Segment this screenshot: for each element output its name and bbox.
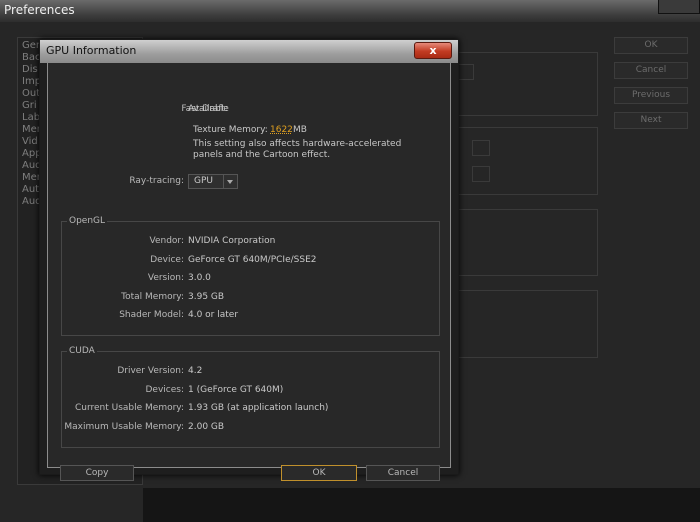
preferences-field[interactable]: [458, 64, 474, 80]
preferences-panel-box: [456, 290, 598, 358]
current-usable-memory-label: Current Usable Memory:: [74, 403, 184, 413]
preferences-cancel-button[interactable]: Cancel: [614, 62, 688, 79]
preferences-panel-box: [456, 127, 598, 195]
preferences-next-button[interactable]: Next: [614, 112, 688, 129]
dialog-titlebar[interactable]: GPU Information: [40, 40, 458, 63]
list-item[interactable]: Lab: [22, 112, 40, 123]
preferences-ok-button[interactable]: OK: [614, 37, 688, 54]
total-memory-value: 3.95 GB: [188, 292, 225, 302]
maximum-usable-memory-value: 2.00 GB: [188, 422, 225, 432]
ray-tracing-label: Ray-tracing:: [129, 176, 184, 186]
shader-model-label: Shader Model:: [119, 310, 184, 320]
devices-label: Devices:: [145, 385, 184, 395]
copy-button[interactable]: Copy: [60, 465, 134, 481]
preferences-dropdown[interactable]: [472, 166, 490, 182]
preferences-dropdown[interactable]: [472, 140, 490, 156]
shader-model-value: 4.0 or later: [188, 310, 239, 320]
chevron-down-icon: [223, 175, 237, 188]
close-icon: x: [429, 44, 437, 57]
version-label: Version:: [147, 273, 184, 283]
preferences-title: Preferences: [4, 3, 75, 17]
note-line-1: This setting also affects hardware-accel…: [193, 139, 402, 149]
ray-tracing-select[interactable]: GPU: [188, 174, 238, 189]
preferences-previous-button[interactable]: Previous: [614, 87, 688, 104]
texture-memory-label: Texture Memory:: [193, 125, 268, 135]
list-item[interactable]: Gri: [22, 100, 37, 111]
dialog-body: Fast Draft: Available Texture Memory: 16…: [47, 63, 451, 481]
device-value: GeForce GT 640M/PCIe/SSE2: [188, 255, 317, 265]
preferences-footer: [143, 488, 700, 522]
cancel-button[interactable]: Cancel: [366, 465, 440, 481]
version-value: 3.0.0: [188, 273, 211, 283]
devices-value: 1 (GeForce GT 640M): [188, 385, 284, 395]
driver-version-label: Driver Version:: [117, 366, 184, 376]
texture-memory-unit: MB: [293, 125, 307, 135]
cuda-group-title: CUDA: [67, 346, 97, 356]
preferences-titlebar: Preferences: [0, 0, 700, 22]
note-line-2: panels and the Cartoon effect.: [193, 150, 331, 160]
device-label: Device:: [150, 255, 184, 265]
vendor-value: NVIDIA Corporation: [188, 236, 276, 246]
ok-button[interactable]: OK: [281, 465, 357, 481]
preferences-panel-box: [456, 209, 598, 276]
list-item[interactable]: Out: [22, 88, 40, 99]
list-item[interactable]: Vid: [22, 136, 38, 147]
list-item[interactable]: Dis: [22, 64, 38, 75]
list-item[interactable]: Aut: [22, 184, 39, 195]
fast-draft-value: Available: [188, 104, 229, 114]
opengl-group-title: OpenGL: [67, 216, 108, 226]
gpu-information-dialog: GPU Information x Fast Draft: Available …: [39, 39, 459, 481]
close-button[interactable]: x: [414, 42, 452, 59]
current-usable-memory-value: 1.93 GB (at application launch): [188, 403, 329, 413]
driver-version-value: 4.2: [188, 366, 203, 376]
ray-tracing-value: GPU: [194, 176, 213, 186]
vendor-label: Vendor:: [149, 236, 185, 246]
dialog-title: GPU Information: [46, 44, 137, 57]
preferences-close-button[interactable]: [658, 0, 700, 14]
texture-memory-value[interactable]: 1622: [270, 125, 293, 135]
preferences-panel-box: [456, 52, 598, 116]
list-item[interactable]: Bac: [22, 52, 41, 63]
total-memory-label: Total Memory:: [121, 292, 184, 302]
maximum-usable-memory-label: Maximum Usable Memory:: [64, 422, 184, 432]
